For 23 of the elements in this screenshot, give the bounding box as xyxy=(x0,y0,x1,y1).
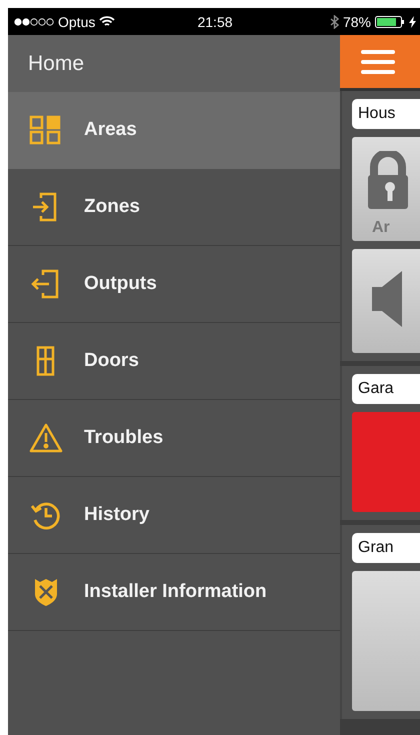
screen-title: Home xyxy=(28,52,84,76)
wifi-icon xyxy=(99,16,116,28)
menu-item[interactable]: Areas xyxy=(8,92,340,169)
area-name[interactable]: Hous xyxy=(352,99,420,129)
signal-icon xyxy=(14,18,54,26)
area-name[interactable]: Gran xyxy=(352,533,420,563)
menu-button[interactable] xyxy=(340,35,420,91)
grid-icon xyxy=(29,115,63,145)
warning-icon xyxy=(29,423,63,453)
menu-icon xyxy=(361,50,395,74)
speaker-icon xyxy=(372,271,402,327)
tile-label: Ar xyxy=(372,219,390,237)
battery-percent: 78% xyxy=(342,14,372,30)
charging-icon xyxy=(409,16,416,28)
area-tile[interactable] xyxy=(352,571,420,711)
bluetooth-icon xyxy=(330,14,339,28)
padlock-icon xyxy=(368,151,408,209)
battery-icon xyxy=(375,16,406,28)
alarm-tile[interactable] xyxy=(352,412,420,512)
clock: 21:58 xyxy=(197,14,233,30)
siren-tile[interactable] xyxy=(352,249,420,353)
area-name[interactable]: Gara xyxy=(352,374,420,404)
carrier-name: Optus xyxy=(58,14,96,30)
